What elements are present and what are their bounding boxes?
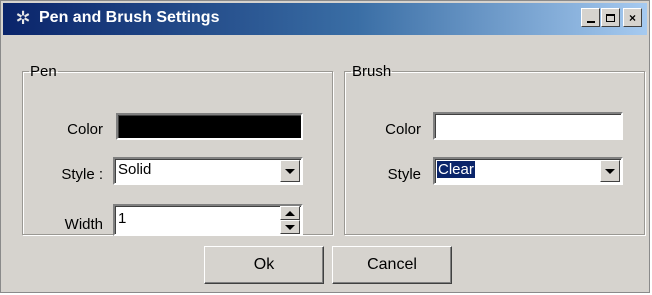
arrow-up-icon [285, 210, 295, 216]
pen-group: Pen Color Style : Solid Width 1 [22, 63, 333, 236]
brush-group-label: Brush [352, 63, 392, 80]
window-title: Pen and Brush Settings [39, 9, 220, 26]
maximize-icon [606, 13, 615, 22]
cancel-button[interactable]: Cancel [332, 246, 452, 284]
brush-color-label: Color [385, 121, 421, 138]
pen-style-dropdown-button[interactable] [280, 160, 300, 182]
close-icon: × [628, 10, 636, 25]
spin-down-button[interactable] [280, 220, 300, 234]
brush-style-value: Clear [437, 161, 475, 178]
close-button[interactable]: × [623, 8, 642, 27]
pen-width-value: 1 [118, 210, 127, 227]
pen-color-label: Color [67, 121, 103, 138]
pen-group-label: Pen [30, 63, 57, 80]
brush-group: Brush Color Style Clear [344, 63, 645, 235]
maximize-button[interactable] [601, 8, 620, 27]
pen-style-value: Solid [118, 161, 152, 178]
arrow-down-icon [285, 224, 295, 230]
pen-color-swatch[interactable] [116, 113, 303, 140]
chevron-down-icon [285, 168, 295, 174]
pen-style-label: Style : [61, 166, 103, 183]
brush-style-dropdown-button[interactable] [600, 160, 620, 182]
minimize-button[interactable] [581, 8, 600, 27]
brush-style-select[interactable]: Clear [433, 157, 623, 185]
pen-width-label: Width [64, 216, 103, 233]
pen-style-select[interactable]: Solid [113, 157, 303, 185]
brush-color-swatch[interactable] [433, 112, 623, 140]
gear-icon: ✲ [15, 8, 31, 28]
spin-up-button[interactable] [280, 206, 300, 220]
dialog-window: ✲ Pen and Brush Settings × Pen Color Sty… [0, 0, 650, 293]
ok-button[interactable]: Ok [204, 246, 324, 284]
pen-width-spinner[interactable]: 1 [113, 204, 303, 236]
minimize-icon [586, 20, 595, 23]
chevron-down-icon [605, 168, 615, 174]
brush-style-label: Style [387, 166, 421, 183]
title-bar[interactable]: ✲ Pen and Brush Settings × [3, 3, 647, 35]
